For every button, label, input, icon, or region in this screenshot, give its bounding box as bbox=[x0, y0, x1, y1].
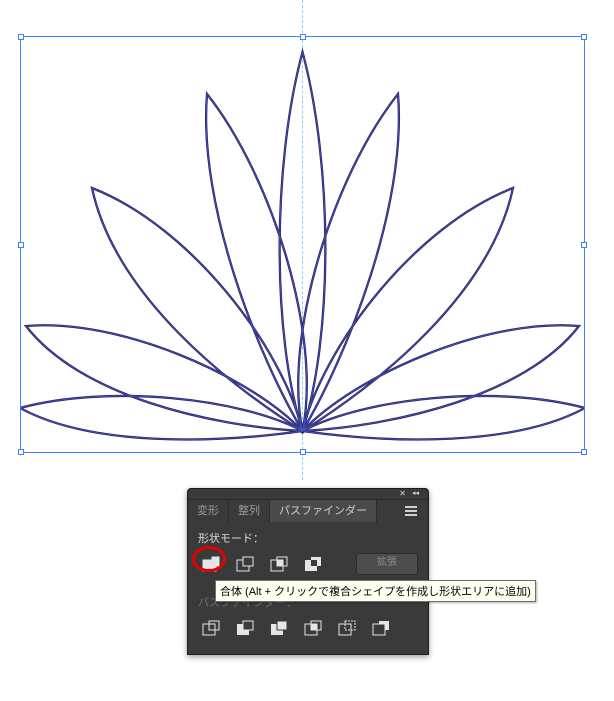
shape-modes-label: 形状モード： bbox=[198, 530, 418, 546]
resize-handle-bm[interactable] bbox=[300, 449, 306, 455]
trim-icon bbox=[235, 619, 255, 637]
expand-button[interactable]: 拡張 bbox=[356, 553, 418, 575]
minus-back-icon bbox=[371, 619, 391, 637]
panel-titlebar[interactable]: ✕ ◂◂ bbox=[188, 489, 428, 500]
panel-tabs: 変形 整列 パスファインダー bbox=[188, 500, 428, 522]
hamburger-icon bbox=[405, 510, 417, 512]
resize-handle-tm[interactable] bbox=[300, 34, 306, 40]
shape-modes-row: 拡張 bbox=[198, 552, 418, 576]
resize-handle-tl[interactable] bbox=[18, 34, 24, 40]
minus-front-icon bbox=[235, 555, 255, 573]
shape-mode-exclude-button[interactable] bbox=[300, 552, 326, 576]
tooltip: 合体 (Alt + クリックで複合シェイプを作成し形状エリアに追加) bbox=[215, 580, 536, 602]
collapse-icon[interactable]: ◂◂ bbox=[412, 491, 422, 497]
crop-icon bbox=[303, 619, 323, 637]
pathfinder-panel: ✕ ◂◂ 変形 整列 パスファインダー 形状モード： bbox=[187, 488, 429, 655]
close-icon[interactable]: ✕ bbox=[399, 490, 406, 498]
resize-handle-br[interactable] bbox=[581, 449, 587, 455]
tab-pathfinder[interactable]: パスファインダー bbox=[270, 500, 377, 522]
divide-icon bbox=[201, 619, 221, 637]
pathfinders-row bbox=[198, 616, 418, 640]
pathfinder-merge-button[interactable] bbox=[266, 616, 292, 640]
selection-bounding-box[interactable] bbox=[20, 36, 585, 453]
pathfinder-crop-button[interactable] bbox=[300, 616, 326, 640]
merge-icon bbox=[269, 619, 289, 637]
pathfinder-divide-button[interactable] bbox=[198, 616, 224, 640]
pathfinder-outline-button[interactable] bbox=[334, 616, 360, 640]
tab-transform[interactable]: 変形 bbox=[188, 500, 229, 522]
pathfinder-minus-back-button[interactable] bbox=[368, 616, 394, 640]
exclude-icon bbox=[303, 555, 323, 573]
tab-align[interactable]: 整列 bbox=[229, 500, 270, 522]
unite-icon bbox=[201, 555, 221, 573]
intersect-icon bbox=[269, 555, 289, 573]
shape-mode-intersect-button[interactable] bbox=[266, 552, 292, 576]
shape-mode-minus-front-button[interactable] bbox=[232, 552, 258, 576]
resize-handle-bl[interactable] bbox=[18, 449, 24, 455]
shape-mode-unite-button[interactable] bbox=[198, 552, 224, 576]
resize-handle-mr[interactable] bbox=[581, 242, 587, 248]
panel-menu-button[interactable] bbox=[400, 500, 422, 522]
resize-handle-tr[interactable] bbox=[581, 34, 587, 40]
pathfinder-trim-button[interactable] bbox=[232, 616, 258, 640]
canvas[interactable] bbox=[0, 0, 614, 480]
resize-handle-ml[interactable] bbox=[18, 242, 24, 248]
outline-icon bbox=[337, 619, 357, 637]
